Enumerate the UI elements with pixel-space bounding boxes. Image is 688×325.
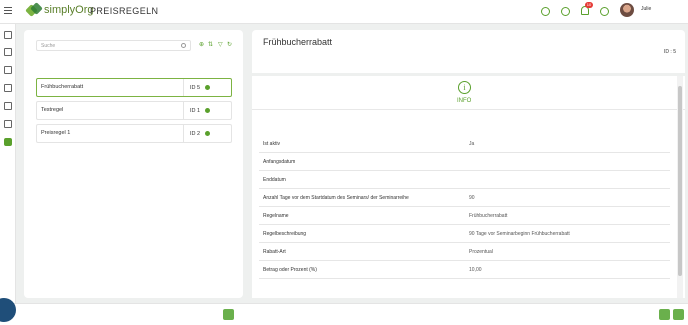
sidebar-calendar-icon[interactable]	[4, 84, 12, 92]
detail-row-label: Betrag oder Prozent (%)	[263, 267, 317, 273]
rule-list-item[interactable]: Testregel ID 1	[36, 101, 232, 120]
scrollbar-thumb[interactable]	[678, 86, 682, 276]
refresh-icon[interactable]: ↻	[227, 42, 232, 49]
detail-title: Frühbucherrabatt	[263, 37, 333, 47]
detail-row-value: Ja	[469, 141, 475, 147]
logo-text: simplyOrg	[44, 4, 94, 16]
filter-icon[interactable]: ▽	[218, 42, 223, 49]
status-dot-icon	[205, 131, 210, 136]
rule-id: ID 1	[190, 108, 201, 114]
sidebar-pricing-icon[interactable]	[4, 138, 12, 146]
rule-list-item[interactable]: Preisregel 1 ID 2	[36, 124, 232, 143]
detail-row: Rabatt-Art Prozentual	[259, 243, 670, 261]
detail-row-label: Anfangsdatum	[263, 159, 296, 165]
search-input[interactable]: Suche	[36, 40, 191, 51]
rule-detail-panel: Frühbucherrabatt ID : 5 i INFO Ist aktiv…	[252, 30, 685, 298]
copy-button[interactable]	[223, 309, 234, 320]
status-dot-icon	[205, 85, 210, 90]
divider	[252, 109, 685, 110]
lightbulb-icon[interactable]	[541, 7, 550, 16]
search-placeholder: Suche	[41, 43, 56, 49]
detail-row: Regelname Frühbucherrabatt	[259, 207, 670, 225]
rule-name: Preisregel 1	[41, 130, 71, 136]
info-section-label: INFO	[457, 98, 472, 104]
help-icon[interactable]	[600, 7, 609, 16]
info-circle-icon: i	[458, 81, 471, 94]
detail-row: Anfangsdatum	[259, 153, 670, 171]
detail-row: Ist aktiv Ja	[259, 135, 670, 153]
sidebar-dashboard-icon[interactable]	[4, 31, 12, 39]
rule-list-item[interactable]: Frühbucherrabatt ID 5	[36, 78, 232, 97]
sidebar	[0, 24, 16, 325]
detail-row-label: Rabatt-Art	[263, 249, 286, 255]
sidebar-book-icon[interactable]	[4, 48, 12, 56]
divider	[183, 79, 184, 96]
info-icon[interactable]	[561, 7, 570, 16]
detail-row-label: Ist aktiv	[263, 141, 280, 147]
status-dot-icon	[205, 108, 210, 113]
logo-mark-icon	[25, 2, 43, 17]
edit-button[interactable]	[659, 309, 670, 320]
sidebar-building-icon[interactable]	[4, 66, 12, 74]
detail-row: Betrag oder Prozent (%) 10,00	[259, 261, 670, 279]
detail-row-value: 10,00	[469, 267, 482, 273]
sidebar-screen-icon[interactable]	[4, 120, 12, 128]
bottom-action-bar	[0, 303, 688, 325]
user-name[interactable]: Julie	[641, 6, 651, 12]
detail-row-label: Regelname	[263, 213, 289, 219]
divider	[183, 125, 184, 142]
divider	[183, 102, 184, 119]
rule-name: Frühbucherrabatt	[41, 84, 84, 90]
detail-row: Anzahl Tage vor dem Startdatum des Semin…	[259, 189, 670, 207]
detail-row-value: 90	[469, 195, 475, 201]
scrollbar[interactable]	[677, 76, 683, 298]
detail-id: ID : 5	[664, 49, 676, 55]
delete-button[interactable]	[673, 309, 684, 320]
detail-row-value: Prozentual	[469, 249, 493, 255]
sort-icon[interactable]: ⇅	[208, 42, 213, 49]
detail-row-label: Regelbeschreibung	[263, 231, 307, 237]
rule-id: ID 2	[190, 131, 201, 137]
detail-row: Regelbeschreibung 90 Tage vor Seminarbeg…	[259, 225, 670, 243]
rules-list-panel: Suche ⊕ ⇅ ▽ ↻ Frühbucherrabatt ID 5 Test…	[24, 30, 243, 298]
detail-row: Enddatum	[259, 171, 670, 189]
detail-row-value: Frühbucherrabatt	[469, 213, 508, 219]
notification-badge: 10	[585, 2, 593, 8]
menu-icon[interactable]	[4, 7, 12, 16]
avatar[interactable]	[620, 3, 634, 17]
sidebar-megaphone-icon[interactable]	[4, 102, 12, 110]
detail-row-label: Enddatum	[263, 177, 286, 183]
top-bar: simplyOrg PREISREGELN 10 Julie	[0, 0, 688, 24]
add-icon[interactable]: ⊕	[199, 42, 204, 49]
rule-name: Testregel	[41, 107, 64, 113]
detail-header: Frühbucherrabatt ID : 5	[252, 30, 685, 73]
page-title: PREISREGELN	[90, 6, 159, 16]
rule-id: ID 5	[190, 85, 201, 91]
search-icon[interactable]	[181, 43, 186, 48]
detail-row-label: Anzahl Tage vor dem Startdatum des Semin…	[263, 195, 409, 201]
detail-body: i INFO Ist aktiv Ja Anfangsdatum Enddatu…	[252, 76, 685, 298]
detail-row-value: 90 Tage vor Seminarbeginn Frühbucherraba…	[469, 231, 570, 237]
app-logo[interactable]: simplyOrg	[25, 2, 94, 17]
